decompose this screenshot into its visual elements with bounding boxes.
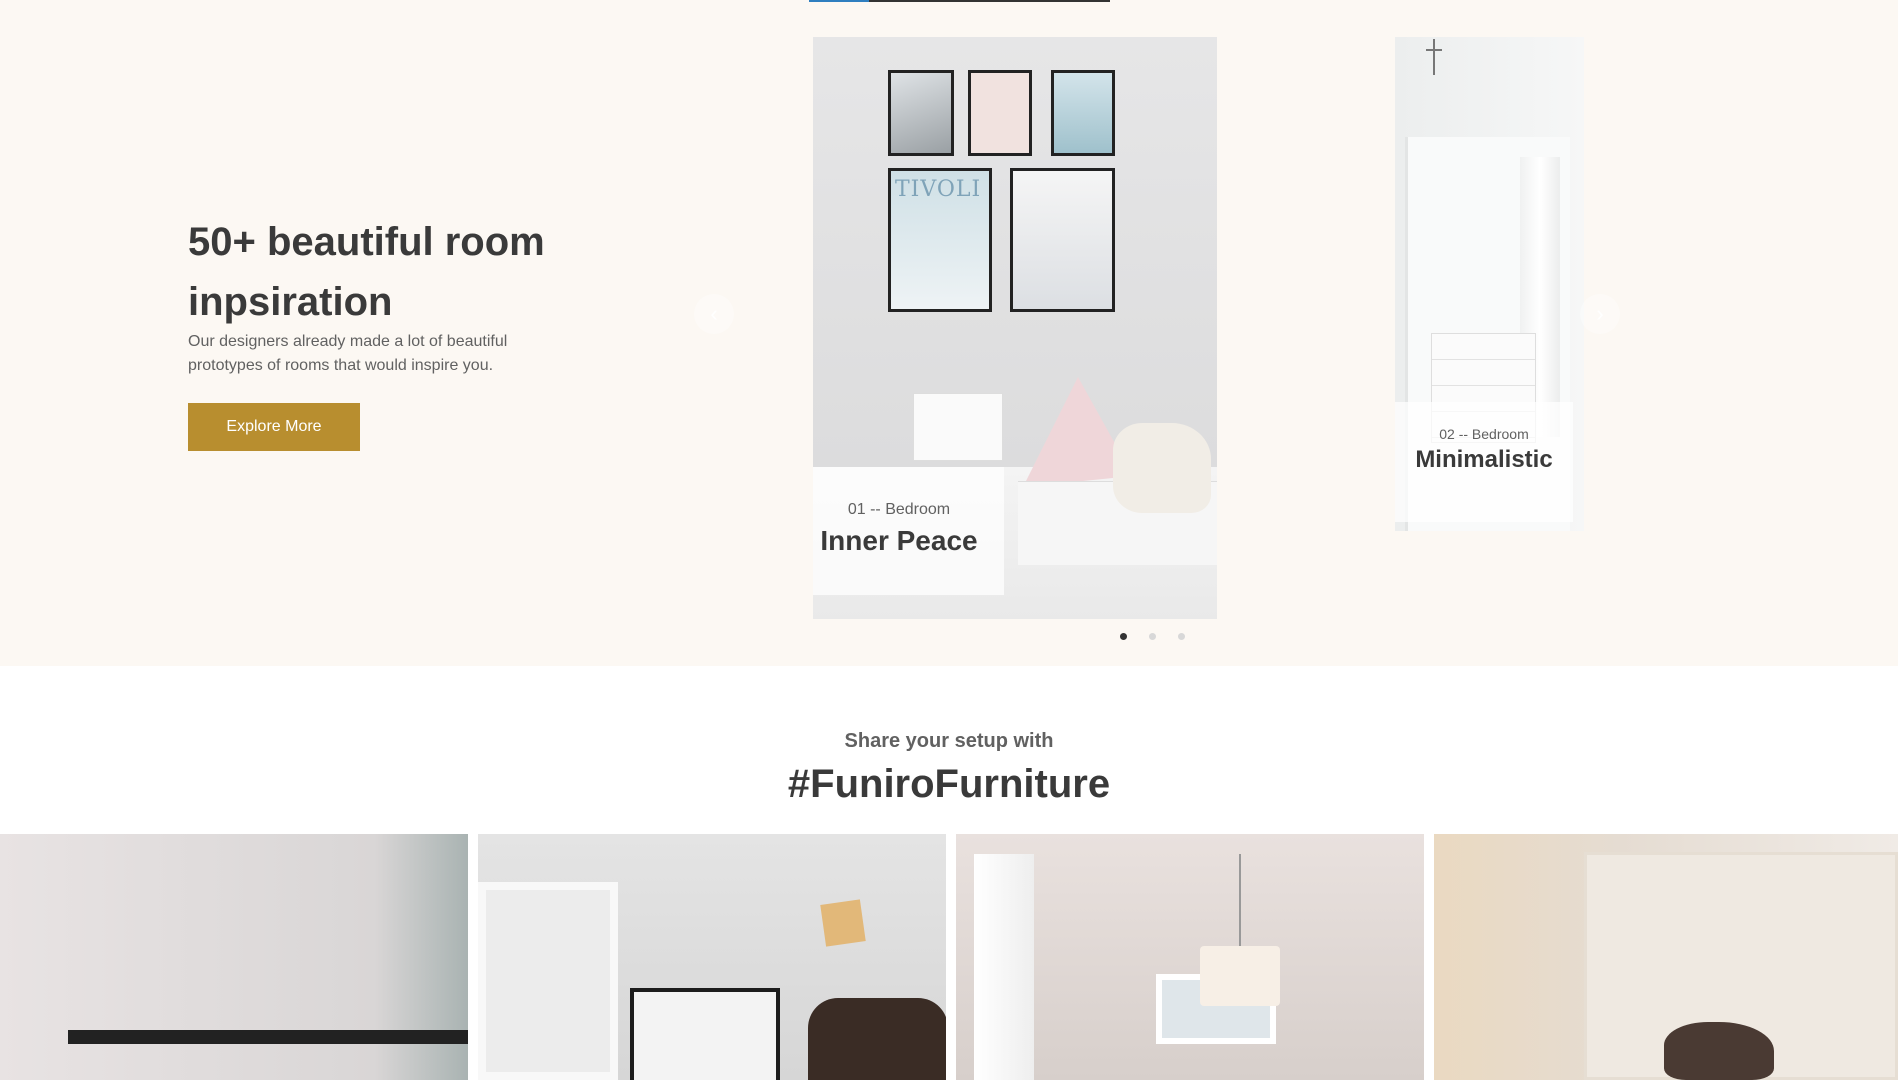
poster-tivoli: TIVOLI — [888, 168, 992, 312]
slider-next-button[interactable]: › — [1580, 294, 1620, 334]
slide-minimalistic[interactable]: 02 -- Bedroom Minimalistic — [1395, 37, 1584, 531]
poster-alphabet — [968, 70, 1032, 156]
pillow — [1664, 1022, 1774, 1080]
chevron-right-icon: › — [1596, 301, 1604, 326]
lamp-cord — [1239, 854, 1241, 946]
pendant-lamp — [1200, 946, 1280, 1006]
sticky-note — [820, 899, 866, 947]
share-hashtag-title: #FuniroFurniture — [787, 762, 1111, 806]
cross-decoration-bar — [1426, 49, 1442, 51]
slider-progress-fill — [809, 0, 869, 2]
gallery-image-2[interactable] — [478, 834, 946, 1080]
slider-pagination — [1120, 633, 1185, 640]
slide-inner-peace[interactable]: TIVOLI 01 -- Bedroom Inner Peace — [813, 37, 1217, 619]
slider-progress-line — [809, 0, 1110, 2]
slide-caption-title: Inner Peace — [820, 525, 978, 556]
inspiration-description: Our designers already made a lot of beau… — [188, 333, 508, 374]
poster-tivoli-text: TIVOLI — [895, 177, 982, 202]
pagination-dot[interactable] — [1149, 633, 1156, 640]
inspiration-title: 50+ beautiful room inpsiration — [188, 220, 545, 324]
poster-girl-bird — [1010, 168, 1115, 312]
pagination-dot[interactable] — [1120, 633, 1127, 640]
poster-balloons — [1051, 70, 1115, 156]
cross-decoration — [1433, 39, 1435, 75]
pagination-dot[interactable] — [1178, 633, 1185, 640]
white-frame — [478, 882, 618, 1080]
slide-caption-subtitle: 02 -- Bedroom — [1439, 426, 1529, 442]
chevron-left-icon: ‹ — [710, 301, 718, 326]
poster-pier — [888, 70, 954, 156]
explore-more-button[interactable]: Explore More — [188, 403, 360, 451]
slide-caption-subtitle: 01 -- Bedroom — [847, 501, 951, 518]
gallery-image-4[interactable] — [1434, 834, 1898, 1080]
gallery-frame — [68, 1030, 468, 1044]
gallery-image-3[interactable] — [956, 834, 1424, 1080]
slide-caption-title: Minimalistic — [1415, 446, 1553, 473]
share-subtitle: Share your setup with — [844, 730, 1054, 752]
stool — [913, 393, 1003, 461]
curtain — [974, 854, 1034, 1080]
knit-pillow — [1113, 423, 1211, 513]
slider-prev-button[interactable]: ‹ — [694, 294, 734, 334]
slide-caption-card: 01 -- Bedroom Inner Peace — [813, 467, 1004, 595]
monitor — [630, 988, 780, 1080]
vintage-radio — [808, 998, 946, 1080]
inspiration-section: 50+ beautiful room inpsiration Our desig… — [0, 0, 1898, 666]
page: 50+ beautiful room inpsiration Our desig… — [0, 0, 1898, 1080]
slide-caption-card: 02 -- Bedroom Minimalistic — [1395, 402, 1573, 522]
gallery-image-1[interactable] — [0, 834, 468, 1080]
